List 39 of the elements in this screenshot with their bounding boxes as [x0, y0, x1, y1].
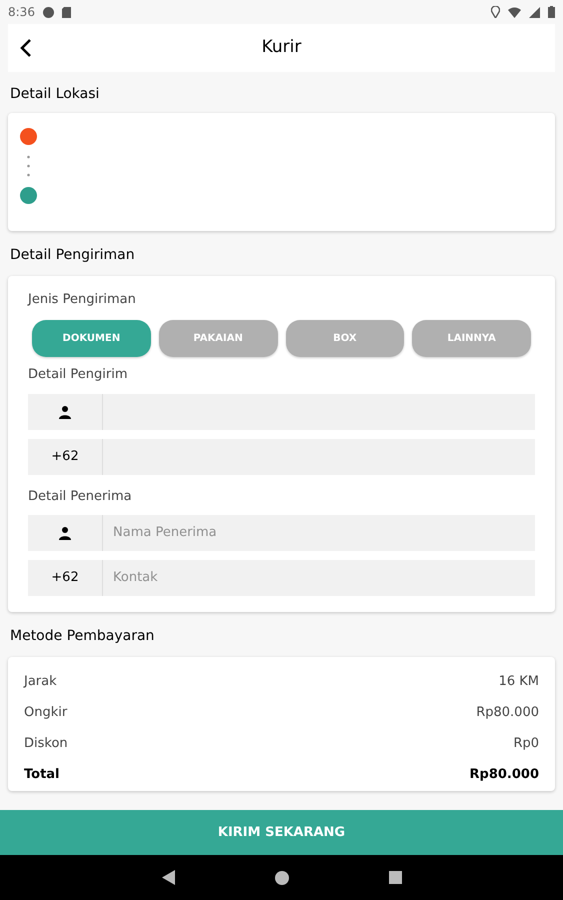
back-icon — [20, 38, 32, 58]
recents-nav-icon[interactable] — [388, 871, 402, 884]
summary-label: Jarak — [24, 673, 57, 692]
wifi-icon — [508, 6, 521, 18]
page-title: Kurir — [260, 36, 302, 60]
shipment-type-button[interactable]: DOKUMEN — [32, 320, 151, 356]
text-input[interactable]: Kontak — [103, 560, 535, 596]
person-icon — [58, 405, 72, 419]
summary-label: Ongkir — [24, 704, 68, 722]
field-label: Detail Pengirim — [28, 366, 129, 384]
home-nav-icon[interactable] — [274, 870, 288, 884]
app-icon — [42, 6, 54, 18]
shipment-type-button[interactable]: BOX — [286, 320, 404, 356]
input-field[interactable]: +62 Kontak — [28, 560, 535, 596]
shipment-type-button[interactable]: LAINNYA — [412, 320, 531, 356]
person-icon — [58, 526, 72, 540]
summary-value: Rp80.000 — [476, 704, 539, 722]
summary-value: Rp80.000 — [470, 766, 539, 784]
field-label: Detail Penerima — [28, 488, 133, 506]
sim-card-icon — [62, 6, 71, 18]
back-nav-icon[interactable] — [162, 870, 174, 885]
battery-icon — [548, 6, 555, 18]
location-icon — [491, 6, 500, 18]
summary-label: Total — [24, 766, 60, 784]
phone-prefix: +62 — [51, 448, 79, 466]
phone-prefix: +62 — [51, 568, 79, 587]
summary-value: 16 KM — [498, 673, 539, 692]
clock-time: 8:36 — [8, 4, 35, 21]
signal-icon — [529, 6, 540, 18]
section-title: Metode Pembayaran — [10, 626, 156, 646]
field-label: Jenis Pengiriman — [28, 291, 137, 309]
shipment-type-button[interactable]: PAKAIAN — [158, 320, 278, 356]
route-dots-icon — [27, 155, 30, 177]
section-title: Detail Pengiriman — [10, 246, 136, 265]
input-field[interactable]: +62 — [28, 439, 535, 475]
submit-button[interactable]: KIRIM SEKARANG — [0, 810, 563, 855]
summary-label: Diskon — [24, 735, 68, 754]
section-title: Detail Lokasi — [10, 85, 100, 104]
summary-value: Rp0 — [513, 735, 539, 754]
